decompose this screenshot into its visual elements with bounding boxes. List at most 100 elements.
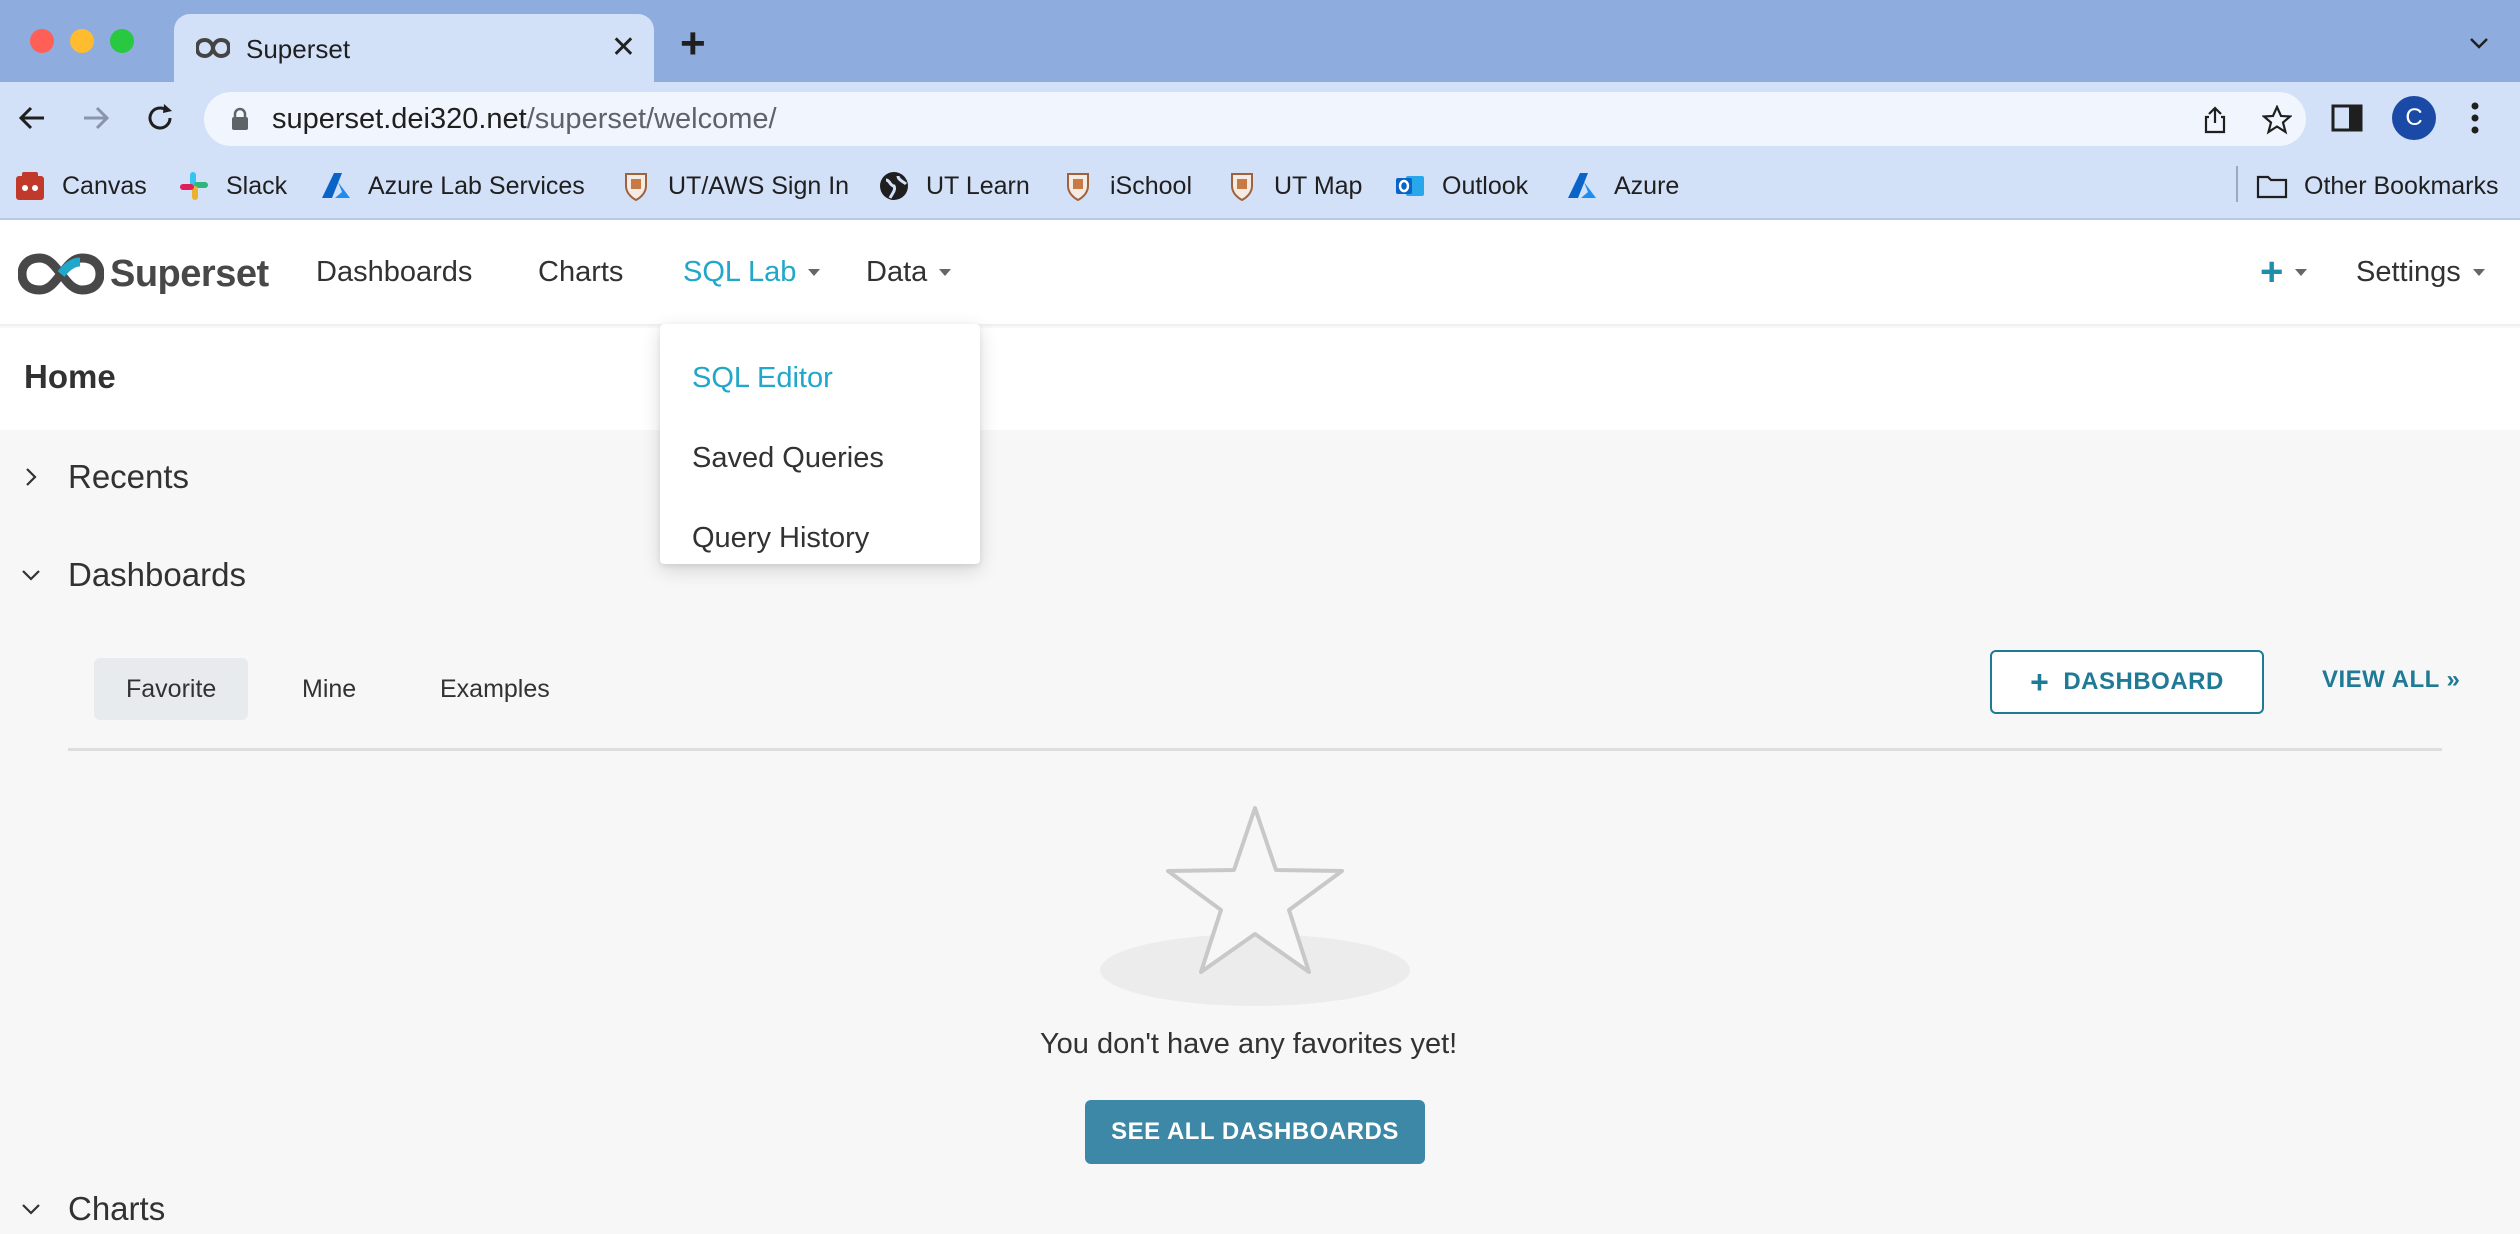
- browser-menu-icon[interactable]: [2468, 100, 2482, 136]
- bookmark-label: Azure Lab Services: [368, 171, 585, 200]
- bookmarks-bar: Canvas Slack Azure Lab Services UT/AWS S…: [0, 154, 2520, 220]
- nav-data[interactable]: Data: [866, 256, 952, 289]
- nav-charts-label: Charts: [538, 256, 624, 288]
- see-all-dashboards-button[interactable]: SEE ALL DASHBOARDS: [1085, 1100, 1425, 1164]
- section-charts[interactable]: Charts: [20, 1190, 165, 1228]
- shield-icon: [1067, 173, 1089, 202]
- bookmark-label: UT Map: [1274, 171, 1363, 200]
- bookmark-label: UT Learn: [926, 171, 1030, 200]
- bookmark-ut-aws-sign-in[interactable]: UT/AWS Sign In: [620, 168, 849, 204]
- browser-toolbar: superset.dei320.net/superset/welcome/ C: [0, 82, 2520, 154]
- globe-icon: [880, 172, 908, 200]
- browser-tab-superset[interactable]: Superset ✕: [174, 14, 654, 82]
- tab-title: Superset: [246, 34, 351, 64]
- view-all-link[interactable]: VIEW ALL »: [2322, 666, 2460, 694]
- bookmark-ut-map[interactable]: UT Map: [1226, 168, 1362, 204]
- bookmark-azure[interactable]: Azure: [1566, 168, 1679, 204]
- add-dashboard-button[interactable]: + DASHBOARD: [1990, 650, 2264, 714]
- maximize-window-button[interactable]: [110, 29, 134, 53]
- close-window-button[interactable]: [30, 29, 54, 53]
- bookmark-label: iSchool: [1110, 171, 1192, 200]
- caret-down-icon: [2295, 268, 2308, 276]
- url-text[interactable]: superset.dei320.net/superset/welcome/: [272, 103, 777, 136]
- other-bookmarks-label: Other Bookmarks: [2304, 171, 2499, 200]
- azure-icon: [322, 173, 350, 198]
- nav-sql-lab-label: SQL Lab: [683, 256, 797, 288]
- close-tab-icon[interactable]: ✕: [611, 30, 636, 66]
- nav-charts[interactable]: Charts: [538, 256, 623, 289]
- nav-dashboards[interactable]: Dashboards: [316, 256, 472, 289]
- bookmark-azure-lab-services[interactable]: Azure Lab Services: [320, 168, 585, 204]
- nav-settings[interactable]: Settings: [2356, 256, 2485, 289]
- superset-favicon-icon: [196, 37, 230, 59]
- side-panel-icon[interactable]: [2330, 102, 2364, 134]
- forward-arrow-icon[interactable]: [78, 100, 114, 136]
- page-header: Home: [0, 328, 2520, 430]
- chevron-down-icon[interactable]: [2468, 32, 2490, 54]
- superset-logo[interactable]: Superset: [18, 248, 269, 300]
- nav-data-label: Data: [866, 256, 928, 288]
- empty-favorites-star-icon: [1100, 806, 1410, 1006]
- caret-down-icon: [808, 269, 821, 276]
- chevron-down-icon: [22, 1204, 40, 1215]
- bookmark-ischool[interactable]: iSchool: [1062, 168, 1192, 204]
- nav-settings-label: Settings: [2356, 256, 2461, 288]
- caret-down-icon: [2472, 269, 2485, 276]
- plus-icon: +: [2030, 664, 2050, 700]
- tab-mine[interactable]: Mine: [270, 658, 388, 720]
- minimize-window-button[interactable]: [70, 29, 94, 53]
- superset-navbar: Superset Dashboards Charts SQL Lab Data …: [0, 220, 2520, 326]
- bookmark-canvas[interactable]: Canvas: [14, 168, 147, 204]
- shield-icon: [1231, 173, 1253, 202]
- back-arrow-icon[interactable]: [14, 100, 50, 136]
- lock-icon[interactable]: [230, 107, 250, 131]
- bookmark-label: Canvas: [62, 171, 147, 200]
- bookmark-star-icon[interactable]: [2262, 105, 2292, 135]
- add-dashboard-label: DASHBOARD: [2063, 668, 2224, 695]
- browser-tab-strip: Superset ✕ +: [0, 0, 2520, 82]
- outlook-icon: [1396, 176, 1424, 196]
- slack-icon: [180, 172, 208, 200]
- nav-dashboards-label: Dashboards: [316, 256, 473, 288]
- bookmark-label: UT/AWS Sign In: [668, 171, 850, 200]
- section-recents-label: Recents: [68, 458, 190, 495]
- other-bookmarks[interactable]: Other Bookmarks: [2256, 168, 2499, 204]
- superset-logo-icon: [18, 253, 104, 295]
- chevron-down-icon: [22, 570, 40, 581]
- tab-examples[interactable]: Examples: [408, 658, 582, 720]
- bookmark-label: Azure: [1614, 171, 1680, 200]
- profile-avatar[interactable]: C: [2392, 96, 2436, 140]
- new-tab-icon[interactable]: +: [680, 22, 706, 66]
- nav-sql-lab[interactable]: SQL Lab: [683, 256, 821, 289]
- superset-brand-text: Superset: [110, 252, 269, 295]
- tabs-divider: [68, 748, 2442, 751]
- bookmark-slack[interactable]: Slack: [178, 168, 287, 204]
- section-dashboards[interactable]: Dashboards: [20, 556, 246, 594]
- section-dashboards-label: Dashboards: [68, 556, 246, 593]
- menu-item-query-history[interactable]: Query History: [660, 498, 980, 578]
- url-domain: superset.dei320.net: [272, 103, 527, 135]
- folder-icon: [2256, 175, 2288, 199]
- bookmark-ut-learn[interactable]: UT Learn: [878, 168, 1030, 204]
- bookmark-label: Slack: [226, 171, 288, 200]
- section-charts-label: Charts: [68, 1190, 166, 1227]
- share-icon[interactable]: [2200, 105, 2230, 135]
- address-bar[interactable]: superset.dei320.net/superset/welcome/: [204, 92, 2306, 146]
- tab-favorite[interactable]: Favorite: [94, 658, 249, 720]
- page-title: Home: [24, 358, 116, 395]
- caret-down-icon: [939, 269, 952, 276]
- menu-item-saved-queries[interactable]: Saved Queries: [660, 418, 980, 498]
- bookmark-outlook[interactable]: Outlook: [1394, 168, 1528, 204]
- menu-item-sql-editor[interactable]: SQL Editor: [660, 338, 980, 418]
- bookmarks-divider: [2236, 166, 2238, 202]
- new-item-menu[interactable]: +: [2260, 250, 2308, 294]
- azure-icon: [1568, 173, 1596, 198]
- canvas-icon: [16, 172, 44, 200]
- sql-lab-dropdown: SQL Editor Saved Queries Query History: [660, 324, 980, 564]
- url-path: /superset/welcome/: [526, 103, 777, 135]
- shield-icon: [625, 173, 647, 202]
- plus-icon: +: [2260, 250, 2284, 294]
- reload-icon[interactable]: [142, 100, 178, 136]
- section-recents[interactable]: Recents: [20, 458, 189, 496]
- empty-message: You don't have any favorites yet!: [1040, 1028, 1458, 1060]
